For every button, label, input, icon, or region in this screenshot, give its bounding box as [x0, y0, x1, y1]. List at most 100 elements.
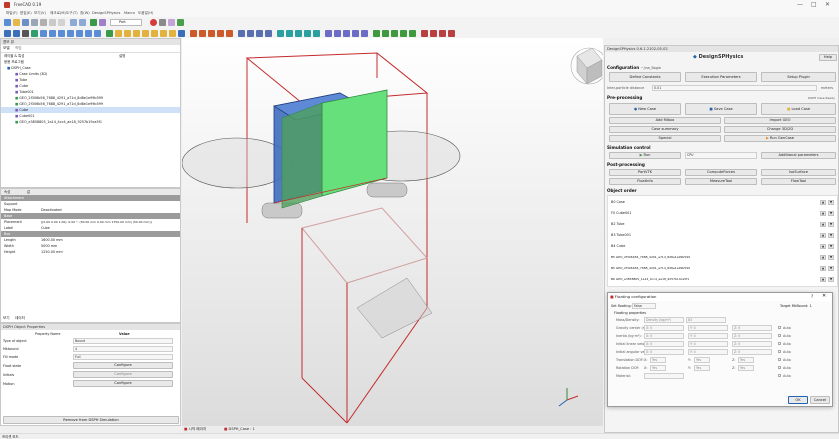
primitives-icon[interactable]	[169, 30, 176, 37]
dsph-inlet-icon[interactable]	[400, 30, 407, 37]
move-down-button[interactable]: ▼	[828, 255, 834, 260]
boolean-icon[interactable]	[238, 30, 245, 37]
help-button[interactable]: Help	[819, 54, 837, 61]
move-up-button[interactable]: ▲	[820, 244, 826, 249]
run-gencase-button[interactable]: ▶ Run GenCase	[724, 135, 836, 142]
shape-builder-icon[interactable]	[178, 30, 185, 37]
linvel-z-input[interactable]: Z: 0	[732, 341, 772, 347]
execution-parameters-button[interactable]: Execution Parameters	[685, 72, 757, 82]
measuretool-button[interactable]: MeasureTool	[685, 178, 757, 185]
define-constants-button[interactable]: Define Constants	[609, 72, 681, 82]
tdof-x-select[interactable]: Yes	[650, 357, 666, 363]
dsph-run-icon[interactable]	[430, 30, 437, 37]
sweep-icon[interactable]	[334, 30, 341, 37]
menu-macro2[interactable]: Macro	[124, 11, 135, 15]
tab-data[interactable]: 데이터	[15, 316, 25, 321]
ok-button[interactable]: OK	[788, 396, 808, 404]
linvel-y-input[interactable]: Y: 0	[688, 341, 728, 347]
prop-height[interactable]: Height 1250.00 mm	[1, 249, 180, 255]
special-button[interactable]: Special	[609, 135, 721, 142]
view-iso-icon[interactable]	[40, 30, 47, 37]
menu-designsphysics[interactable]: DesignSPHysics	[92, 11, 120, 15]
motion-configure-button[interactable]: Configure	[73, 380, 173, 387]
part-box-icon[interactable]	[115, 30, 122, 37]
paste-icon[interactable]	[58, 19, 65, 26]
dp-input[interactable]: 0.01	[652, 85, 817, 91]
compound-icon[interactable]	[295, 30, 302, 37]
run-button[interactable]: ▶ Run	[609, 152, 681, 159]
copy-icon[interactable]	[49, 19, 56, 26]
material-auto-checkbox[interactable]	[778, 374, 781, 377]
tab-task[interactable]: 작업	[15, 46, 22, 51]
tree-item[interactable]: ■ GEO_e3858805_1a14_4cc4_ae18_9257b19ca5…	[1, 119, 180, 125]
section-icon[interactable]	[277, 30, 284, 37]
move-down-button[interactable]: ▼	[828, 200, 834, 205]
fill-mode-select[interactable]: Full	[73, 354, 173, 360]
flowtool-button[interactable]: FlowTool	[761, 178, 836, 185]
part-tube-icon[interactable]	[160, 30, 167, 37]
tdof-y-select[interactable]: Yes	[694, 357, 710, 363]
angvel-x-input[interactable]: X: 0	[644, 349, 684, 355]
move-up-button[interactable]: ▲	[820, 222, 826, 227]
remove-from-simulation-button[interactable]: Remove from DSPH Simulation	[3, 416, 179, 424]
move-down-button[interactable]: ▼	[828, 266, 834, 271]
move-up-button[interactable]: ▲	[820, 233, 826, 238]
linvel-x-input[interactable]: X: 0	[644, 341, 684, 347]
part-sphere-icon[interactable]	[133, 30, 140, 37]
object-order-item[interactable]: B3 Tube001	[608, 232, 837, 238]
dsph-summary-icon[interactable]	[448, 30, 455, 37]
gravity-x-input[interactable]: X: 0	[644, 325, 684, 331]
inertia-z-input[interactable]: Z: 0	[732, 333, 772, 339]
dsph-gencase-icon[interactable]	[421, 30, 428, 37]
case-summary-button[interactable]: Case summary	[609, 126, 721, 133]
floatinfo-button[interactable]: FloatInfo	[609, 178, 681, 185]
execute-macro-icon[interactable]	[177, 19, 184, 26]
draw-style-icon[interactable]	[22, 30, 29, 37]
close-button[interactable]: ✕	[825, 1, 830, 8]
navigation-cube[interactable]	[570, 47, 608, 85]
partvtk-button[interactable]: PartVTK	[609, 169, 681, 176]
dialog-close-button[interactable]: ✕	[822, 293, 826, 299]
undo-icon[interactable]	[70, 19, 77, 26]
linvel-auto-checkbox[interactable]	[778, 342, 781, 345]
chamfer-icon[interactable]	[226, 30, 233, 37]
inertia-auto-checkbox[interactable]	[778, 334, 781, 337]
device-select[interactable]: CPU	[685, 152, 757, 159]
move-down-button[interactable]: ▼	[828, 244, 834, 249]
mass-type-select[interactable]: Density (kg/m³)	[644, 317, 684, 323]
float-state-configure-button[interactable]: Configure	[73, 362, 173, 369]
object-order-item[interactable]: B5 GEO_2f306b56_7688_4291_a71d_8d8e1e99b…	[608, 265, 837, 271]
tdof-auto-checkbox[interactable]	[778, 358, 781, 361]
object-order-item[interactable]: B6 GEO_e3858805_1a14_4cc4_ae18_9257b19ca…	[608, 276, 837, 282]
load-case-button[interactable]: ■ Load Case	[761, 103, 836, 115]
tab-model[interactable]: 모델	[3, 46, 10, 51]
menu-macro[interactable]: 매크로(M)	[50, 11, 66, 16]
import-geo-button[interactable]: Import GEO	[724, 117, 836, 124]
mkbound-input[interactable]: 4	[73, 346, 173, 352]
macros-icon[interactable]	[168, 19, 175, 26]
additional-parameters-button[interactable]: Additional parameters	[761, 152, 836, 159]
gravity-auto-checkbox[interactable]	[778, 326, 781, 329]
move-down-button[interactable]: ▼	[828, 211, 834, 216]
cut-icon[interactable]	[40, 19, 47, 26]
check-geometry-icon[interactable]	[313, 30, 320, 37]
object-order-item[interactable]: B5 GEO_2f306b56_7688_4291_a71d_8d8e1e99b…	[608, 254, 837, 260]
tab-dsph-case[interactable]: ■ DSPH_Case : 1	[224, 427, 255, 431]
menu-view[interactable]: 보기(V)	[34, 11, 46, 16]
move-up-button[interactable]: ▲	[820, 266, 826, 271]
add-fillbox-button[interactable]: Add fillbox	[609, 117, 721, 124]
explode-compound-icon[interactable]	[304, 30, 311, 37]
menu-tools[interactable]: 도구(T)	[66, 11, 78, 16]
object-order-item[interactable]: F0 Cube001	[608, 210, 837, 216]
move-down-button[interactable]: ▼	[828, 222, 834, 227]
tab-view[interactable]: 보기	[3, 316, 10, 321]
rdof-x-select[interactable]: Yes	[650, 365, 666, 371]
fit-selection-icon[interactable]	[13, 30, 20, 37]
fuse-icon[interactable]	[256, 30, 263, 37]
rdof-z-select[interactable]: Yes	[738, 365, 754, 371]
record-macro-icon[interactable]	[150, 19, 157, 26]
rdof-y-select[interactable]: Yes	[694, 365, 710, 371]
angvel-y-input[interactable]: Y: 0	[688, 349, 728, 355]
fit-all-icon[interactable]	[4, 30, 11, 37]
inertia-x-input[interactable]: X: 0	[644, 333, 684, 339]
